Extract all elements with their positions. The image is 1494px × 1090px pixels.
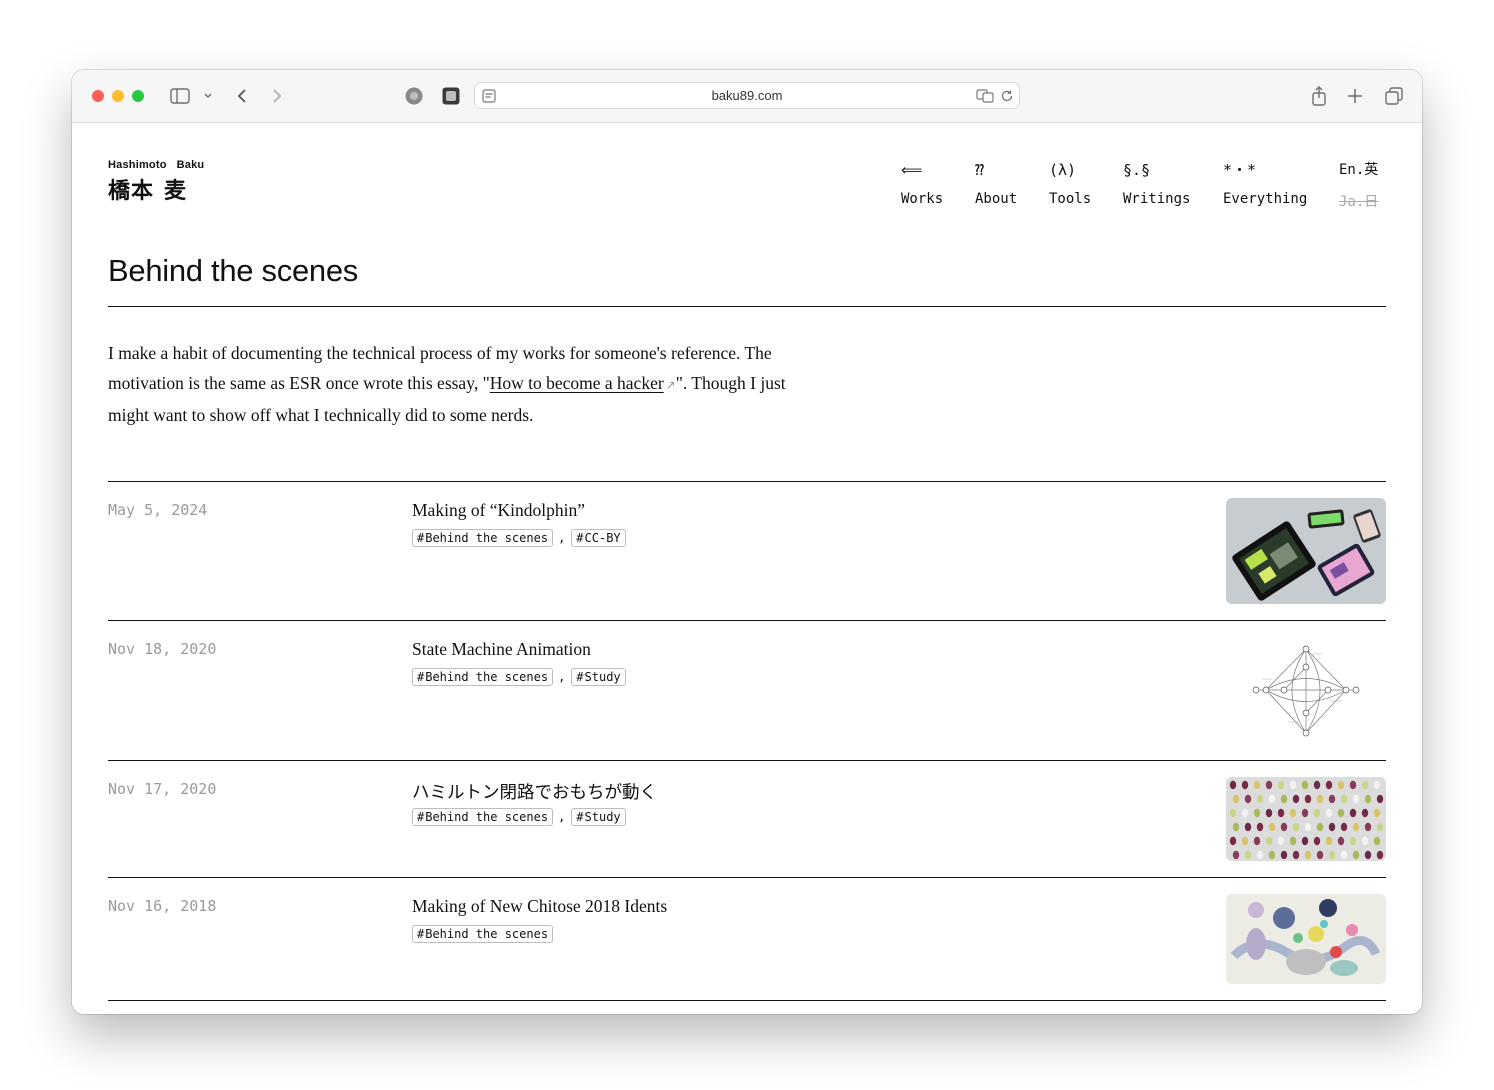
tab-overview-icon[interactable]: [1383, 84, 1405, 108]
chevron-down-icon[interactable]: [200, 84, 216, 108]
logo-given-name: Baku: [176, 159, 205, 171]
entry-tags: #Behind the scenes, #Study: [412, 808, 626, 826]
entry-divider: [108, 1000, 1386, 1001]
nav-label: About: [975, 191, 1018, 207]
logo-given-name-ja: 麦: [164, 178, 188, 203]
nav-about[interactable]: ⁇ About: [975, 159, 1017, 207]
language-switcher: En.英 Ja.日: [1339, 159, 1378, 211]
entry-title-link[interactable]: State Machine Animation: [412, 639, 591, 660]
page-content: Hashimoto Baku 橋本麦 ⟸ Works ⁇ About (λ) To…: [72, 123, 1422, 1014]
extension-app-icon[interactable]: [441, 84, 461, 108]
entry-date: May 5, 2024: [108, 501, 208, 519]
everything-icon: *・*: [1223, 161, 1257, 179]
tag-link[interactable]: #Behind the scenes: [412, 808, 554, 826]
tag-link[interactable]: #CC-BY: [571, 529, 626, 547]
browser-window: baku89.com Hashimoto Baku 橋本麦 ⟸ Works ⁇ …: [72, 70, 1422, 1014]
back-icon[interactable]: [232, 84, 252, 108]
entry-divider: [108, 877, 1386, 878]
entry-tags: #Behind the scenes, #CC-BY: [412, 529, 626, 547]
entry-divider: [108, 620, 1386, 621]
entry-title-link[interactable]: Making of “Kindolphin”: [412, 500, 585, 521]
nav-label: Everything: [1223, 191, 1308, 207]
nav-label: Works: [901, 191, 944, 207]
list-divider: [108, 481, 1386, 482]
entry-thumbnail[interactable]: [1226, 637, 1386, 743]
entry-date: Nov 17, 2020: [108, 780, 217, 798]
nav-everything[interactable]: *・* Everything: [1223, 159, 1307, 207]
logo-family-name-ja: 橋本: [108, 178, 155, 203]
entry-title-link[interactable]: Making of New Chitose 2018 Idents: [412, 896, 667, 917]
nav-label: Tools: [1049, 191, 1092, 207]
title-divider: [108, 306, 1386, 307]
intro-paragraph: I make a habit of documenting the techni…: [108, 338, 788, 430]
about-icon: ⁇: [975, 161, 985, 179]
entry-date: Nov 16, 2018: [108, 897, 217, 915]
external-link-icon: ↗: [665, 378, 676, 392]
tag-link[interactable]: #Behind the scenes: [412, 668, 554, 686]
entry-date: Nov 18, 2020: [108, 640, 217, 658]
zoom-window-button[interactable]: [132, 90, 144, 102]
entry-tags: #Behind the scenes, #Study: [412, 668, 626, 686]
works-icon: ⟸: [901, 161, 923, 179]
forward-icon[interactable]: [267, 84, 287, 108]
nav-tools[interactable]: (λ) Tools: [1049, 159, 1091, 207]
logo-family-name: Hashimoto: [108, 159, 167, 171]
nav-writings[interactable]: §.§ Writings: [1123, 159, 1190, 207]
site-logo-ja[interactable]: 橋本麦: [108, 173, 197, 205]
tag-link[interactable]: #Behind the scenes: [412, 529, 554, 547]
url-text[interactable]: baku89.com: [475, 88, 1019, 103]
page-title: Behind the scenes: [108, 253, 358, 288]
address-bar[interactable]: baku89.com: [474, 82, 1020, 109]
essay-link[interactable]: How to become a hacker: [490, 373, 664, 393]
entry-thumbnail[interactable]: [1226, 777, 1386, 861]
entry-thumbnail[interactable]: [1226, 498, 1386, 604]
site-logo-en[interactable]: Hashimoto Baku: [108, 159, 214, 171]
tools-icon: (λ): [1049, 161, 1077, 179]
translate-icon[interactable]: [975, 87, 995, 105]
extension-qr-icon[interactable]: [404, 84, 424, 108]
sidebar-toggle-icon[interactable]: [168, 84, 192, 108]
minimize-window-button[interactable]: [112, 90, 124, 102]
tag-link[interactable]: #Behind the scenes: [412, 925, 554, 943]
share-icon[interactable]: [1309, 84, 1329, 108]
writings-icon: §.§: [1123, 161, 1151, 179]
browser-toolbar: baku89.com: [72, 70, 1422, 123]
close-window-button[interactable]: [92, 90, 104, 102]
tag-link[interactable]: #Study: [571, 808, 626, 826]
entry-tags: #Behind the scenes: [412, 925, 554, 943]
lang-alternate-link[interactable]: Ja.日: [1339, 191, 1378, 211]
entry-thumbnail[interactable]: [1226, 894, 1386, 984]
nav-label: Writings: [1123, 191, 1191, 207]
nav-works[interactable]: ⟸ Works: [901, 159, 943, 207]
new-tab-icon[interactable]: [1345, 84, 1365, 108]
tag-link[interactable]: #Study: [571, 668, 626, 686]
entry-title-link[interactable]: ハミルトン閉路でおもちが動く: [412, 779, 657, 804]
entry-divider: [108, 760, 1386, 761]
reload-icon[interactable]: [999, 87, 1015, 105]
lang-current: En.英: [1339, 162, 1379, 178]
